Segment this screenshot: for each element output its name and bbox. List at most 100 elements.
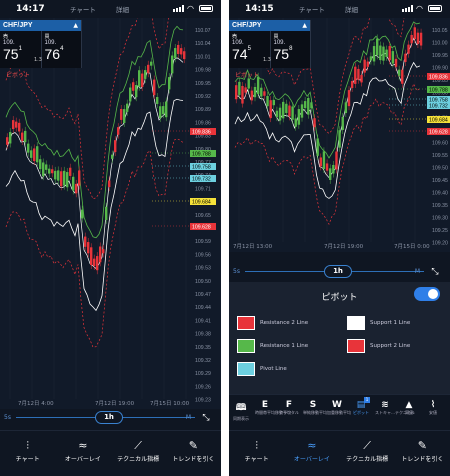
svg-text:110.00: 110.00	[432, 41, 448, 47]
svg-text:109.20: 109.20	[432, 241, 448, 247]
svg-text:109.45: 109.45	[432, 178, 448, 184]
svg-text:109.788: 109.788	[192, 152, 211, 158]
svg-text:7月12日 19:00: 7月12日 19:00	[324, 243, 364, 250]
timeframe-slider[interactable]: 5s 1h M ⤡	[0, 410, 221, 426]
dropdown-icon: ▲	[302, 22, 307, 29]
collapse-icon[interactable]: ⤡	[430, 267, 440, 277]
ask-label: 買	[44, 34, 50, 40]
indicator-button[interactable]: ≋ ストキャ…テクニカル	[375, 400, 415, 416]
indicator-strip: 🕮 同期表示 E 時間帯平均移動平均 F フラクタル S 単純移動平均 W 加重移動平均 ▤ ピボット…	[229, 394, 450, 430]
pair-selector[interactable]: CHF/JPY ▲	[0, 20, 81, 31]
quote-box[interactable]: CHF/JPY ▲ 売 109. 745 買 109. 758 1.3	[229, 20, 311, 68]
bottom-nav: ⫶ チャート ≈ オーバーレイ ⟋ テクニカル指標 ✎ トレンドを引く	[0, 430, 221, 476]
top-tabs: チャート 詳細	[70, 4, 147, 14]
svg-text:109.89: 109.89	[195, 107, 211, 113]
color-swatch[interactable]	[237, 362, 255, 376]
status-bar: 14:15 チャート 詳細 ◠	[229, 0, 450, 18]
ask-pips: 758	[273, 46, 293, 62]
nav-indicators[interactable]: ⟋ テクニカル指標	[111, 431, 166, 476]
top-tabs: チャート 詳細	[299, 4, 376, 14]
timeframe-slider[interactable]: 5s 1h M ⤡	[229, 264, 450, 280]
color-swatch[interactable]	[347, 316, 365, 330]
nav-overlay[interactable]: ≈ オーバーレイ	[55, 431, 110, 476]
legend-resistance-2[interactable]: Resistance 2 Line	[237, 316, 308, 330]
svg-text:7月12日 13:00: 7月12日 13:00	[233, 243, 273, 250]
svg-text:109.836: 109.836	[429, 75, 448, 81]
spread-value: 1.3	[263, 57, 271, 63]
wifi-icon: ◠	[416, 4, 423, 13]
legend-pivot[interactable]: Pivot Line	[237, 362, 287, 376]
nav-draw-trend[interactable]: ✎ トレンドを引く	[395, 431, 450, 476]
legend-support-2[interactable]: Support 2 Line	[347, 339, 410, 353]
svg-text:110.05: 110.05	[432, 28, 448, 34]
trend-icon: ⟋	[363, 439, 371, 452]
svg-text:109.98: 109.98	[195, 68, 211, 74]
candles-icon: ⫶	[255, 439, 258, 452]
svg-text:109.836: 109.836	[192, 130, 211, 136]
indicator-icon: S	[309, 400, 317, 410]
color-swatch[interactable]	[347, 339, 365, 353]
indicator-button[interactable]: E 時間帯平均移動平均	[255, 400, 291, 416]
indicator-label: フラクタル	[279, 410, 299, 415]
status-time: 14:15	[245, 4, 274, 14]
bottom-nav: ⫶ チャート ≈ オーバーレイ ⟋ テクニカル指標 ✎ トレンドを引く	[229, 430, 450, 476]
svg-text:109.29: 109.29	[195, 371, 211, 377]
legend-resistance-1[interactable]: Resistance 1 Line	[237, 339, 308, 353]
svg-text:109.41: 109.41	[195, 318, 211, 324]
bid-label: 売	[3, 34, 9, 40]
svg-text:109.684: 109.684	[429, 118, 448, 124]
indicator-label: 同期表示	[233, 416, 249, 421]
quote-box[interactable]: CHF/JPY ▲ 売 109. 751 買 109. 764 1.3	[0, 20, 82, 68]
tab-details[interactable]: 詳細	[116, 6, 129, 14]
svg-text:110.01: 110.01	[195, 54, 211, 60]
legend-support-1[interactable]: Support 1 Line	[347, 316, 410, 330]
tab-chart[interactable]: チャート	[299, 6, 325, 14]
pair-selector[interactable]: CHF/JPY ▲	[229, 20, 310, 31]
collapse-icon[interactable]: ⤡	[201, 413, 211, 423]
timeframe-button[interactable]: 1h	[95, 411, 123, 424]
price-chart[interactable]: 110.07 110.04 110.01 109.98 109.95 109.92 109.…	[0, 18, 221, 409]
svg-text:109.92: 109.92	[195, 94, 211, 100]
svg-text:109.32: 109.32	[195, 358, 211, 364]
indicator-icon: F	[285, 400, 293, 410]
pivot-toggle[interactable]	[414, 287, 440, 301]
indicator-label: 安値	[429, 410, 437, 415]
timeframe-button[interactable]: 1h	[324, 265, 352, 278]
tab-details[interactable]: 詳細	[345, 6, 358, 14]
nav-overlay[interactable]: ≈ オーバーレイ	[284, 431, 339, 476]
wave-icon: ≈	[78, 439, 88, 452]
indicator-icon: ▲	[405, 400, 413, 410]
svg-text:109.50: 109.50	[195, 279, 211, 285]
slider-min-label: 5s	[233, 268, 240, 275]
nav-indicators[interactable]: ⟋ テクニカル指標	[340, 431, 395, 476]
color-swatch[interactable]	[237, 339, 255, 353]
indicator-button[interactable]: W 加重移動平均	[327, 400, 351, 416]
color-swatch[interactable]	[237, 316, 255, 330]
ask-price[interactable]: 買 109. 758	[269, 31, 311, 68]
svg-text:109.47: 109.47	[195, 292, 211, 298]
indicator-icon: ≋	[381, 400, 389, 410]
svg-text:109.788: 109.788	[429, 88, 448, 94]
indicator-button[interactable]: ⌇ 安値	[423, 400, 443, 416]
svg-text:109.90: 109.90	[432, 66, 448, 72]
status-icons: ◠	[173, 5, 213, 13]
indicator-button[interactable]: ▤ ピボット 1	[351, 397, 371, 416]
ask-price[interactable]: 買 109. 764	[40, 31, 82, 68]
indicator-icon: 🕮	[235, 403, 247, 413]
pivot-settings-panel: ピボット Resistance 2 Line Support 1 Line Re…	[229, 282, 450, 394]
indicator-button[interactable]: S 単純移動平均	[303, 400, 327, 416]
svg-text:109.35: 109.35	[195, 345, 211, 351]
nav-chart[interactable]: ⫶ チャート	[229, 431, 284, 476]
nav-draw-trend[interactable]: ✎ トレンドを引く	[166, 431, 221, 476]
svg-text:110.04: 110.04	[195, 41, 211, 47]
indicator-label: ストキャ…テクニカル	[375, 410, 415, 415]
indicator-button[interactable]: ▲ 高値	[399, 400, 419, 416]
nav-chart[interactable]: ⫶ チャート	[0, 431, 55, 476]
indicator-button[interactable]: 🕮 同期表示	[231, 400, 251, 422]
svg-text:109.758: 109.758	[192, 165, 211, 171]
tab-chart[interactable]: チャート	[70, 6, 96, 14]
indicator-button[interactable]: F フラクタル	[279, 400, 299, 416]
spread-value: 1.3	[34, 57, 42, 63]
svg-text:109.50: 109.50	[432, 166, 448, 172]
pair-name: CHF/JPY	[232, 22, 262, 29]
